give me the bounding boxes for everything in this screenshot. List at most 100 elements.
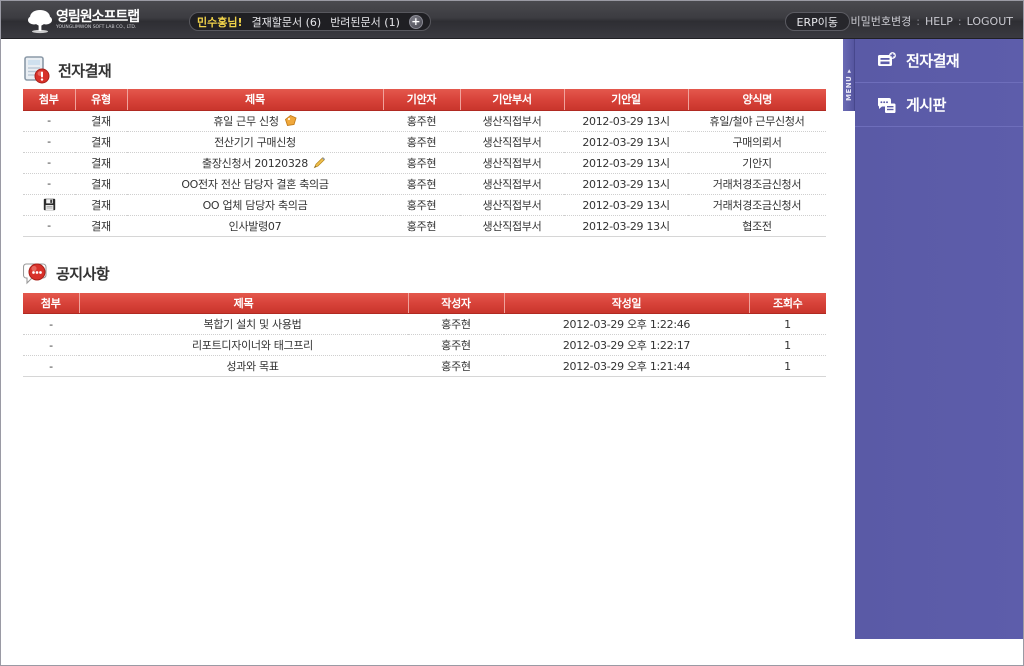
approval-row-title: OO 업체 담당자 축의금 [202, 198, 308, 212]
cell-date: 2012-03-29 오후 1:22:17 [504, 334, 749, 356]
company-logo[interactable]: 영림원소프트랩 YOUNGLIMWON SOFT LAB CO., LTD. [27, 5, 171, 36]
approval-section-header: 전자결재 [23, 55, 839, 85]
notice-col-attach: 첨부 [23, 292, 80, 314]
approval-col-form: 양식명 [688, 89, 826, 111]
cell-writer: 홍주현 [383, 110, 460, 132]
cell-attach: - [23, 313, 79, 335]
cell-date: 2012-03-29 13시 [564, 215, 688, 237]
cell-writer: 홍주현 [383, 173, 460, 195]
user-greeting: 민수홍님! [197, 15, 243, 29]
approval-col-type: 유형 [75, 89, 128, 111]
approval-section-title: 전자결재 [58, 61, 112, 80]
approval-table-header-row: 첨부 유형 제목 기안자 기안부서 기안일 양식명 [23, 89, 826, 111]
cell-form: 휴일/철야 근무신청서 [688, 110, 826, 132]
table-row[interactable]: 결재 OO 업체 담당자 축의금 홍주현 생산직접부서 2012-03-29 1… [23, 194, 826, 216]
notice-table-header-row: 첨부 제목 작성자 작성일 조회수 [23, 292, 826, 314]
cell-form: 구매의뢰서 [688, 131, 826, 153]
cell-form: 거래처경조금신청서 [688, 173, 826, 195]
table-row[interactable]: - 결재 OO전자 전산 담당자 결혼 축의금 홍주현 생산직접부서 2012-… [23, 173, 826, 195]
cell-attach: - [23, 131, 75, 153]
cell-views: 1 [749, 334, 826, 356]
cell-title[interactable]: OO전자 전산 담당자 결혼 축의금 [127, 173, 383, 195]
approval-row-title: OO전자 전산 담당자 결혼 축의금 [181, 177, 329, 191]
nav-link-returned-documents[interactable]: 반려된문서 (1) [330, 14, 400, 30]
tag-icon [284, 114, 297, 127]
approval-table: 첨부 유형 제목 기안자 기안부서 기안일 양식명 - 결재 휴일 근무 신청 [23, 89, 826, 237]
notice-col-date: 작성일 [504, 292, 750, 314]
approval-col-attach: 첨부 [23, 89, 76, 111]
cell-dept: 생산직접부서 [460, 152, 564, 174]
cell-dept: 생산직접부서 [460, 215, 564, 237]
approval-col-dept: 기안부서 [460, 89, 565, 111]
cell-date: 2012-03-29 오후 1:22:46 [504, 313, 749, 335]
approval-row-title: 휴일 근무 신청 [213, 114, 279, 128]
top-utility-links: 비밀번호변경 : HELP : LOGOUT [850, 13, 1013, 29]
approval-row-title: 전산기기 구매신청 [214, 135, 296, 149]
erp-navigate-button[interactable]: ERP이동 [784, 12, 850, 31]
cell-writer: 홍주현 [383, 194, 460, 216]
nav-link-documents-to-approve[interactable]: 결재할문서 (6) [252, 14, 322, 30]
notice-section-header: 공지사항 [22, 259, 839, 289]
add-shortcut-button[interactable]: + [408, 14, 423, 29]
approval-row-title: 출장신청서 20120328 [202, 156, 308, 170]
approval-card-icon [878, 51, 896, 66]
cell-attach[interactable] [23, 194, 75, 216]
menu-toggle-tab[interactable]: MENU ▸ [843, 39, 855, 111]
cell-attach: - [23, 173, 75, 195]
table-row[interactable]: - 결재 출장신청서 20120328 홍주현 생산직접부서 2012-03-2… [23, 152, 826, 174]
link-change-password[interactable]: 비밀번호변경 [850, 13, 911, 29]
table-row[interactable]: - 복합기 설치 및 사용법 홍주현 2012-03-29 오후 1:22:46… [23, 313, 826, 335]
cell-date: 2012-03-29 13시 [564, 152, 688, 174]
cell-writer: 홍주현 [383, 152, 460, 174]
cell-writer: 홍주현 [408, 355, 504, 377]
cell-title[interactable]: 복합기 설치 및 사용법 [79, 313, 408, 335]
notice-col-views: 조회수 [749, 292, 826, 314]
cell-form: 거래처경조금신청서 [688, 194, 826, 216]
top-header-bar: 영림원소프트랩 YOUNGLIMWON SOFT LAB CO., LTD. 민… [1, 1, 1023, 39]
cell-title[interactable]: 휴일 근무 신청 [127, 110, 383, 132]
cell-writer: 홍주현 [408, 334, 504, 356]
cell-title[interactable]: 인사발령07 [127, 215, 383, 237]
sidebar-item-approval[interactable]: 전자결재 [855, 39, 1023, 83]
menu-tab-label: MENU ▸ [845, 68, 853, 101]
cell-date: 2012-03-29 13시 [564, 110, 688, 132]
cell-type: 결재 [75, 194, 127, 216]
cell-form: 협조전 [688, 215, 826, 237]
tree-logo-icon [28, 9, 52, 33]
main-content-area: 전자결재 첨부 유형 제목 기안자 기안부서 기안일 양식명 - 결재 휴일 근… [1, 39, 857, 665]
logo-company-subtitle: YOUNGLIMWON SOFT LAB CO., LTD. [56, 25, 137, 31]
cell-attach: - [23, 110, 75, 132]
link-help[interactable]: HELP [925, 15, 953, 28]
cell-attach: - [23, 152, 75, 174]
table-row[interactable]: - 결재 휴일 근무 신청 홍주현 생산직접부서 2012-03-29 13시 … [23, 110, 826, 132]
sidebar-item-board[interactable]: 게시판 [855, 83, 1023, 127]
top-nav-pill: 민수홍님! 결재할문서 (6) 반려된문서 (1) + [189, 12, 431, 31]
approval-row-title: 인사발령07 [228, 219, 282, 233]
table-row[interactable]: - 결재 전산기기 구매신청 홍주현 생산직접부서 2012-03-29 13시… [23, 131, 826, 153]
notice-section-title: 공지사항 [56, 265, 110, 283]
link-logout[interactable]: LOGOUT [967, 15, 1013, 28]
cell-attach: - [23, 215, 75, 237]
speech-bubble-icon [22, 262, 51, 286]
cell-writer: 홍주현 [408, 313, 504, 335]
notice-col-title: 제목 [79, 292, 409, 314]
notice-col-writer: 작성자 [408, 292, 505, 314]
document-alert-icon [23, 56, 53, 84]
cell-title[interactable]: 성과와 목표 [79, 355, 408, 377]
sidebar-item-label: 게시판 [906, 96, 946, 114]
cell-dept: 생산직접부서 [460, 110, 564, 132]
cell-title[interactable]: OO 업체 담당자 축의금 [127, 194, 383, 216]
table-row[interactable]: - 결재 인사발령07 홍주현 생산직접부서 2012-03-29 13시 협조… [23, 215, 826, 237]
cell-type: 결재 [75, 110, 127, 132]
cell-title[interactable]: 리포트디자이너와 태그프리 [79, 334, 408, 356]
cell-dept: 생산직접부서 [460, 194, 564, 216]
table-row[interactable]: - 성과와 목표 홍주현 2012-03-29 오후 1:21:44 1 [23, 355, 826, 377]
cell-type: 결재 [75, 173, 127, 195]
cell-type: 결재 [75, 215, 127, 237]
table-row[interactable]: - 리포트디자이너와 태그프리 홍주현 2012-03-29 오후 1:22:1… [23, 334, 826, 356]
approval-col-title: 제목 [127, 89, 384, 111]
notice-table: 첨부 제목 작성자 작성일 조회수 - 복합기 설치 및 사용법 홍주현 201… [23, 292, 826, 377]
cell-title[interactable]: 전산기기 구매신청 [127, 131, 383, 153]
cell-title[interactable]: 출장신청서 20120328 [127, 152, 383, 174]
